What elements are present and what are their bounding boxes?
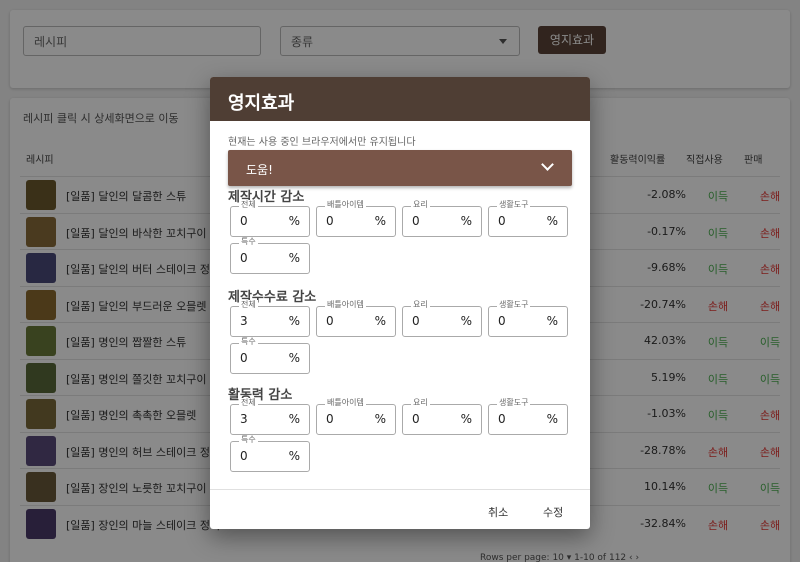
- percent-unit: %: [288, 214, 300, 228]
- percent-unit: %: [460, 314, 472, 328]
- percent-input[interactable]: 특수 0%: [230, 237, 310, 274]
- field-label: 특수: [239, 435, 258, 445]
- percent-input[interactable]: 요리 0%: [402, 398, 482, 435]
- chevron-down-icon: [541, 158, 554, 171]
- field-value: 0: [326, 412, 334, 426]
- recipe-page: 레시피 종류 영지효과 레시피 클릭 시 상세화면으로 이동 레시피 활동력이익…: [0, 0, 800, 562]
- confirm-button[interactable]: 수정: [543, 504, 563, 520]
- percent-unit: %: [288, 449, 300, 463]
- field-label: 특수: [239, 237, 258, 247]
- field-value: 0: [240, 251, 248, 265]
- field-label: 요리: [411, 200, 430, 210]
- percent-input[interactable]: 요리 0%: [402, 200, 482, 237]
- cancel-button[interactable]: 취소: [488, 504, 508, 520]
- percent-input[interactable]: 전체 3%: [230, 300, 310, 337]
- field-label: 배틀아이템: [325, 300, 366, 310]
- percent-unit: %: [546, 412, 558, 426]
- storage-notice: 현재는 사용 중인 브라우저에서만 유지됩니다: [228, 137, 416, 148]
- field-label: 배틀아이템: [325, 398, 366, 408]
- field-value: 0: [412, 214, 420, 228]
- dialog-title: 영지효과: [228, 93, 295, 114]
- percent-input[interactable]: 배틀아이템 0%: [316, 300, 396, 337]
- field-label: 생활도구: [497, 200, 531, 210]
- percent-unit: %: [374, 214, 386, 228]
- field-value: 0: [412, 412, 420, 426]
- field-label: 요리: [411, 300, 430, 310]
- help-expander[interactable]: 도움!: [228, 150, 572, 186]
- percent-input[interactable]: 생활도구 0%: [488, 300, 568, 337]
- field-value: 0: [240, 214, 248, 228]
- percent-input[interactable]: 생활도구 0%: [488, 398, 568, 435]
- territory-effect-dialog: 영지효과 현재는 사용 중인 브라우저에서만 유지됩니다 도움! 취소 수정 제…: [210, 77, 590, 529]
- field-value: 0: [326, 214, 334, 228]
- section-title: 활동력 감소: [228, 388, 293, 403]
- field-label: 생활도구: [497, 300, 531, 310]
- percent-input[interactable]: 생활도구 0%: [488, 200, 568, 237]
- percent-input[interactable]: 배틀아이템 0%: [316, 200, 396, 237]
- field-value: 0: [240, 351, 248, 365]
- field-value: 0: [498, 214, 506, 228]
- dialog-actions: 취소 수정: [210, 489, 590, 529]
- field-label: 전체: [239, 300, 258, 310]
- percent-unit: %: [288, 351, 300, 365]
- percent-unit: %: [288, 412, 300, 426]
- field-value: 0: [498, 314, 506, 328]
- field-label: 배틀아이템: [325, 200, 366, 210]
- percent-unit: %: [546, 314, 558, 328]
- help-label: 도움!: [246, 163, 273, 177]
- percent-input[interactable]: 전체 3%: [230, 398, 310, 435]
- percent-input[interactable]: 배틀아이템 0%: [316, 398, 396, 435]
- percent-unit: %: [288, 251, 300, 265]
- percent-unit: %: [374, 314, 386, 328]
- percent-input[interactable]: 전체 0%: [230, 200, 310, 237]
- field-label: 전체: [239, 398, 258, 408]
- field-label: 요리: [411, 398, 430, 408]
- field-value: 0: [498, 412, 506, 426]
- percent-unit: %: [460, 214, 472, 228]
- percent-unit: %: [374, 412, 386, 426]
- percent-input[interactable]: 특수 0%: [230, 435, 310, 472]
- field-label: 특수: [239, 337, 258, 347]
- dialog-header: 영지효과: [210, 77, 590, 121]
- field-label: 전체: [239, 200, 258, 210]
- field-value: 0: [240, 449, 248, 463]
- percent-input[interactable]: 특수 0%: [230, 337, 310, 374]
- field-value: 3: [240, 314, 248, 328]
- field-value: 0: [326, 314, 334, 328]
- percent-unit: %: [460, 412, 472, 426]
- field-value: 3: [240, 412, 248, 426]
- percent-unit: %: [288, 314, 300, 328]
- field-label: 생활도구: [497, 398, 531, 408]
- percent-unit: %: [546, 214, 558, 228]
- field-value: 0: [412, 314, 420, 328]
- percent-input[interactable]: 요리 0%: [402, 300, 482, 337]
